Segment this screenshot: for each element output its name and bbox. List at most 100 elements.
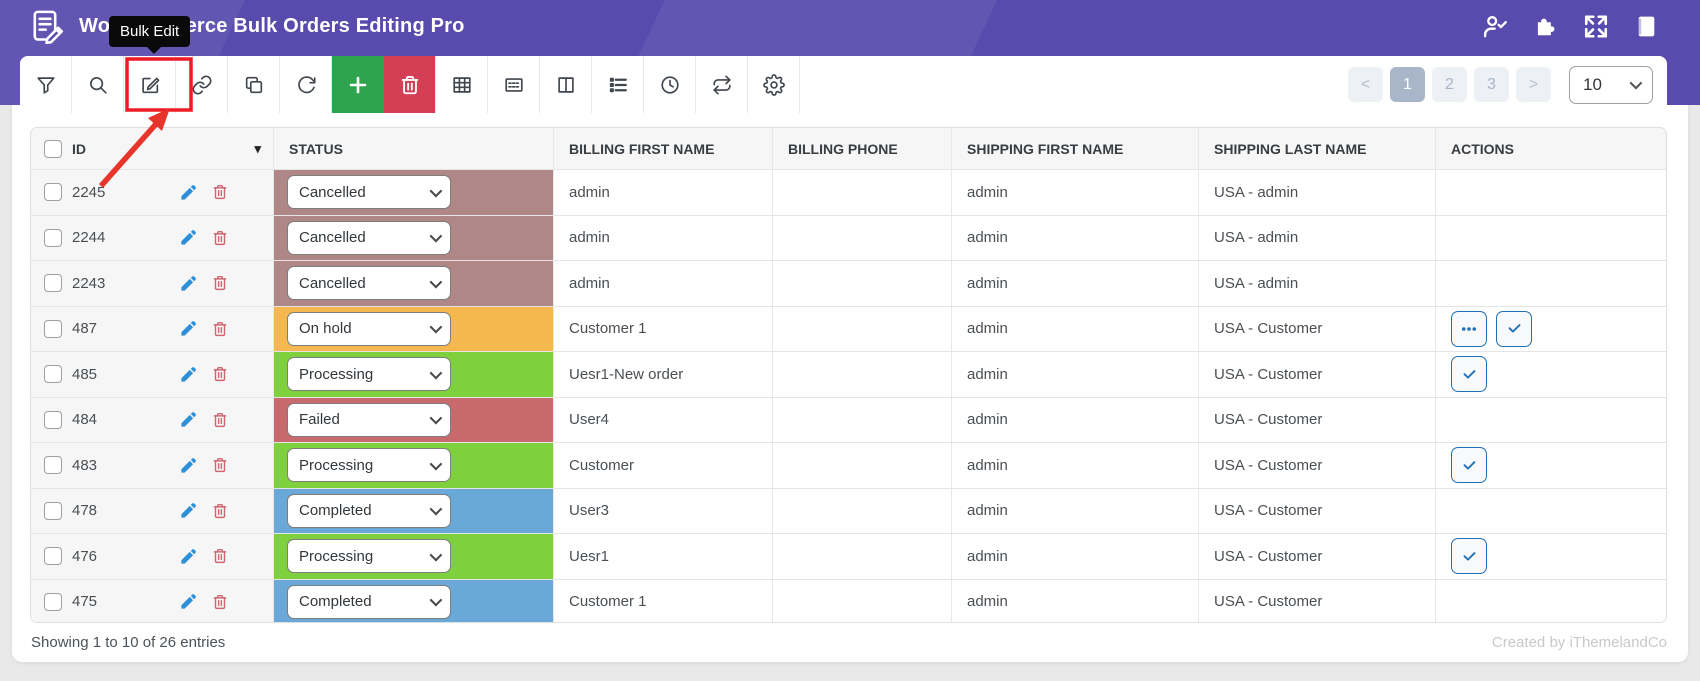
cell-billing-first-name: Uesr1 xyxy=(553,534,772,579)
toolbar-add-new-button[interactable] xyxy=(332,56,384,113)
toolbar-bind-button[interactable] xyxy=(176,56,228,113)
fullscreen-icon[interactable] xyxy=(1583,13,1609,39)
status-select[interactable]: Cancelled xyxy=(287,266,451,301)
edit-row-icon[interactable] xyxy=(179,547,198,566)
order-id: 2243 xyxy=(72,274,106,292)
pagination-page-1[interactable]: 1 xyxy=(1390,67,1425,102)
cell-id: 478 xyxy=(31,488,273,533)
cell-actions xyxy=(1435,352,1666,397)
confirm-button[interactable] xyxy=(1451,447,1487,484)
status-select[interactable]: Cancelled xyxy=(287,220,451,255)
status-select[interactable]: Failed xyxy=(287,402,451,437)
row-checkbox[interactable] xyxy=(44,183,62,202)
table-row: 485 Processing Uesr1-New order admin USA -… xyxy=(31,351,1666,397)
status-select[interactable]: On hold xyxy=(287,311,451,346)
status-select[interactable]: Processing xyxy=(287,357,451,392)
cell-status: Completed xyxy=(273,488,553,533)
toolbar-inline-edit-button[interactable] xyxy=(488,56,540,113)
edit-row-icon[interactable] xyxy=(179,501,198,520)
edit-row-icon[interactable] xyxy=(179,592,198,611)
delete-row-icon[interactable] xyxy=(211,456,229,474)
cell-id: 475 xyxy=(31,579,273,622)
cell-shipping-last-name: USA - Customer xyxy=(1198,352,1435,397)
row-checkbox[interactable] xyxy=(44,365,62,384)
confirm-button[interactable] xyxy=(1451,538,1487,575)
cell-shipping-first-name: admin xyxy=(951,170,1198,215)
pagination-page-2[interactable]: 2 xyxy=(1432,67,1467,102)
row-checkbox[interactable] xyxy=(44,456,62,475)
cell-billing-first-name: Customer xyxy=(553,443,772,488)
order-id: 476 xyxy=(72,547,98,565)
toolbar-duplicate-button[interactable] xyxy=(228,56,280,113)
toolbar-settings-button[interactable] xyxy=(748,56,800,113)
delete-row-icon[interactable] xyxy=(211,274,229,292)
edit-row-icon[interactable] xyxy=(179,319,198,338)
cell-billing-first-name: Customer 1 xyxy=(553,579,772,622)
toolbar-history-button[interactable] xyxy=(644,56,696,113)
toolbar-bulk-edit-button[interactable] xyxy=(124,56,176,113)
user-check-icon[interactable] xyxy=(1483,13,1509,39)
toolbar-columns-button[interactable] xyxy=(540,56,592,113)
table-row: 2243 Cancelled admin admin USA - admin xyxy=(31,260,1666,306)
confirm-button[interactable] xyxy=(1496,310,1532,347)
edit-row-icon[interactable] xyxy=(179,274,198,293)
row-checkbox[interactable] xyxy=(44,274,62,293)
select-all-checkbox[interactable] xyxy=(44,139,62,158)
toolbar-transfer-button[interactable] xyxy=(696,56,748,113)
order-id: 2245 xyxy=(72,183,106,201)
status-select[interactable]: Processing xyxy=(287,448,451,483)
pagination-page-3[interactable]: 3 xyxy=(1474,67,1509,102)
row-checkbox[interactable] xyxy=(44,592,62,611)
cell-status: Processing xyxy=(273,443,553,488)
edit-row-icon[interactable] xyxy=(179,228,198,247)
order-id: 475 xyxy=(72,593,98,611)
status-select[interactable]: Cancelled xyxy=(287,175,451,210)
table-row: 483 Processing Customer admin USA - Custom… xyxy=(31,442,1666,488)
toolbar-search-button[interactable] xyxy=(72,56,124,113)
row-checkbox[interactable] xyxy=(44,501,62,520)
toolbar-filter-button[interactable] xyxy=(20,56,72,113)
status-select[interactable]: Processing xyxy=(287,539,451,574)
status-value: Processing xyxy=(299,547,374,565)
edit-row-icon[interactable] xyxy=(179,183,198,202)
delete-row-icon[interactable] xyxy=(211,502,229,520)
pagination-next-button[interactable]: > xyxy=(1516,67,1551,102)
toolbar-delete-button[interactable] xyxy=(384,56,436,113)
delete-row-icon[interactable] xyxy=(211,365,229,383)
chevron-down-icon xyxy=(429,229,443,243)
delete-row-icon[interactable] xyxy=(211,183,229,201)
pagination-prev-button[interactable]: < xyxy=(1348,67,1383,102)
page-size-select[interactable]: 10 xyxy=(1569,65,1653,104)
confirm-button[interactable] xyxy=(1451,356,1487,393)
row-checkbox[interactable] xyxy=(44,319,62,338)
edit-icon xyxy=(139,74,161,96)
row-checkbox[interactable] xyxy=(44,547,62,566)
delete-row-icon[interactable] xyxy=(211,320,229,338)
cell-billing-phone xyxy=(772,352,951,397)
edit-row-icon[interactable] xyxy=(179,456,198,475)
delete-row-icon[interactable] xyxy=(211,547,229,565)
cell-billing-first-name: Uesr1-New order xyxy=(553,352,772,397)
inline-icon xyxy=(503,74,525,96)
status-select[interactable]: Completed xyxy=(287,584,451,619)
cell-billing-phone xyxy=(772,534,951,579)
docs-icon[interactable] xyxy=(1633,13,1659,39)
status-select[interactable]: Completed xyxy=(287,493,451,528)
row-checkbox[interactable] xyxy=(44,410,62,429)
edit-row-icon[interactable] xyxy=(179,365,198,384)
filter-icon xyxy=(35,74,57,96)
chevron-down-icon xyxy=(429,502,443,516)
sort-desc-icon[interactable]: ▾ xyxy=(254,141,261,157)
header-icons xyxy=(1483,13,1659,39)
toolbar-table-view-button[interactable] xyxy=(436,56,488,113)
delete-row-icon[interactable] xyxy=(211,411,229,429)
toolbar-refresh-button[interactable] xyxy=(280,56,332,113)
toolbar-list-view-button[interactable] xyxy=(592,56,644,113)
edit-row-icon[interactable] xyxy=(179,410,198,429)
delete-row-icon[interactable] xyxy=(211,593,229,611)
row-checkbox[interactable] xyxy=(44,228,62,247)
more-actions-button[interactable] xyxy=(1451,310,1487,347)
cell-billing-first-name: User3 xyxy=(553,488,772,533)
puzzle-icon[interactable] xyxy=(1533,13,1559,39)
delete-row-icon[interactable] xyxy=(211,229,229,247)
